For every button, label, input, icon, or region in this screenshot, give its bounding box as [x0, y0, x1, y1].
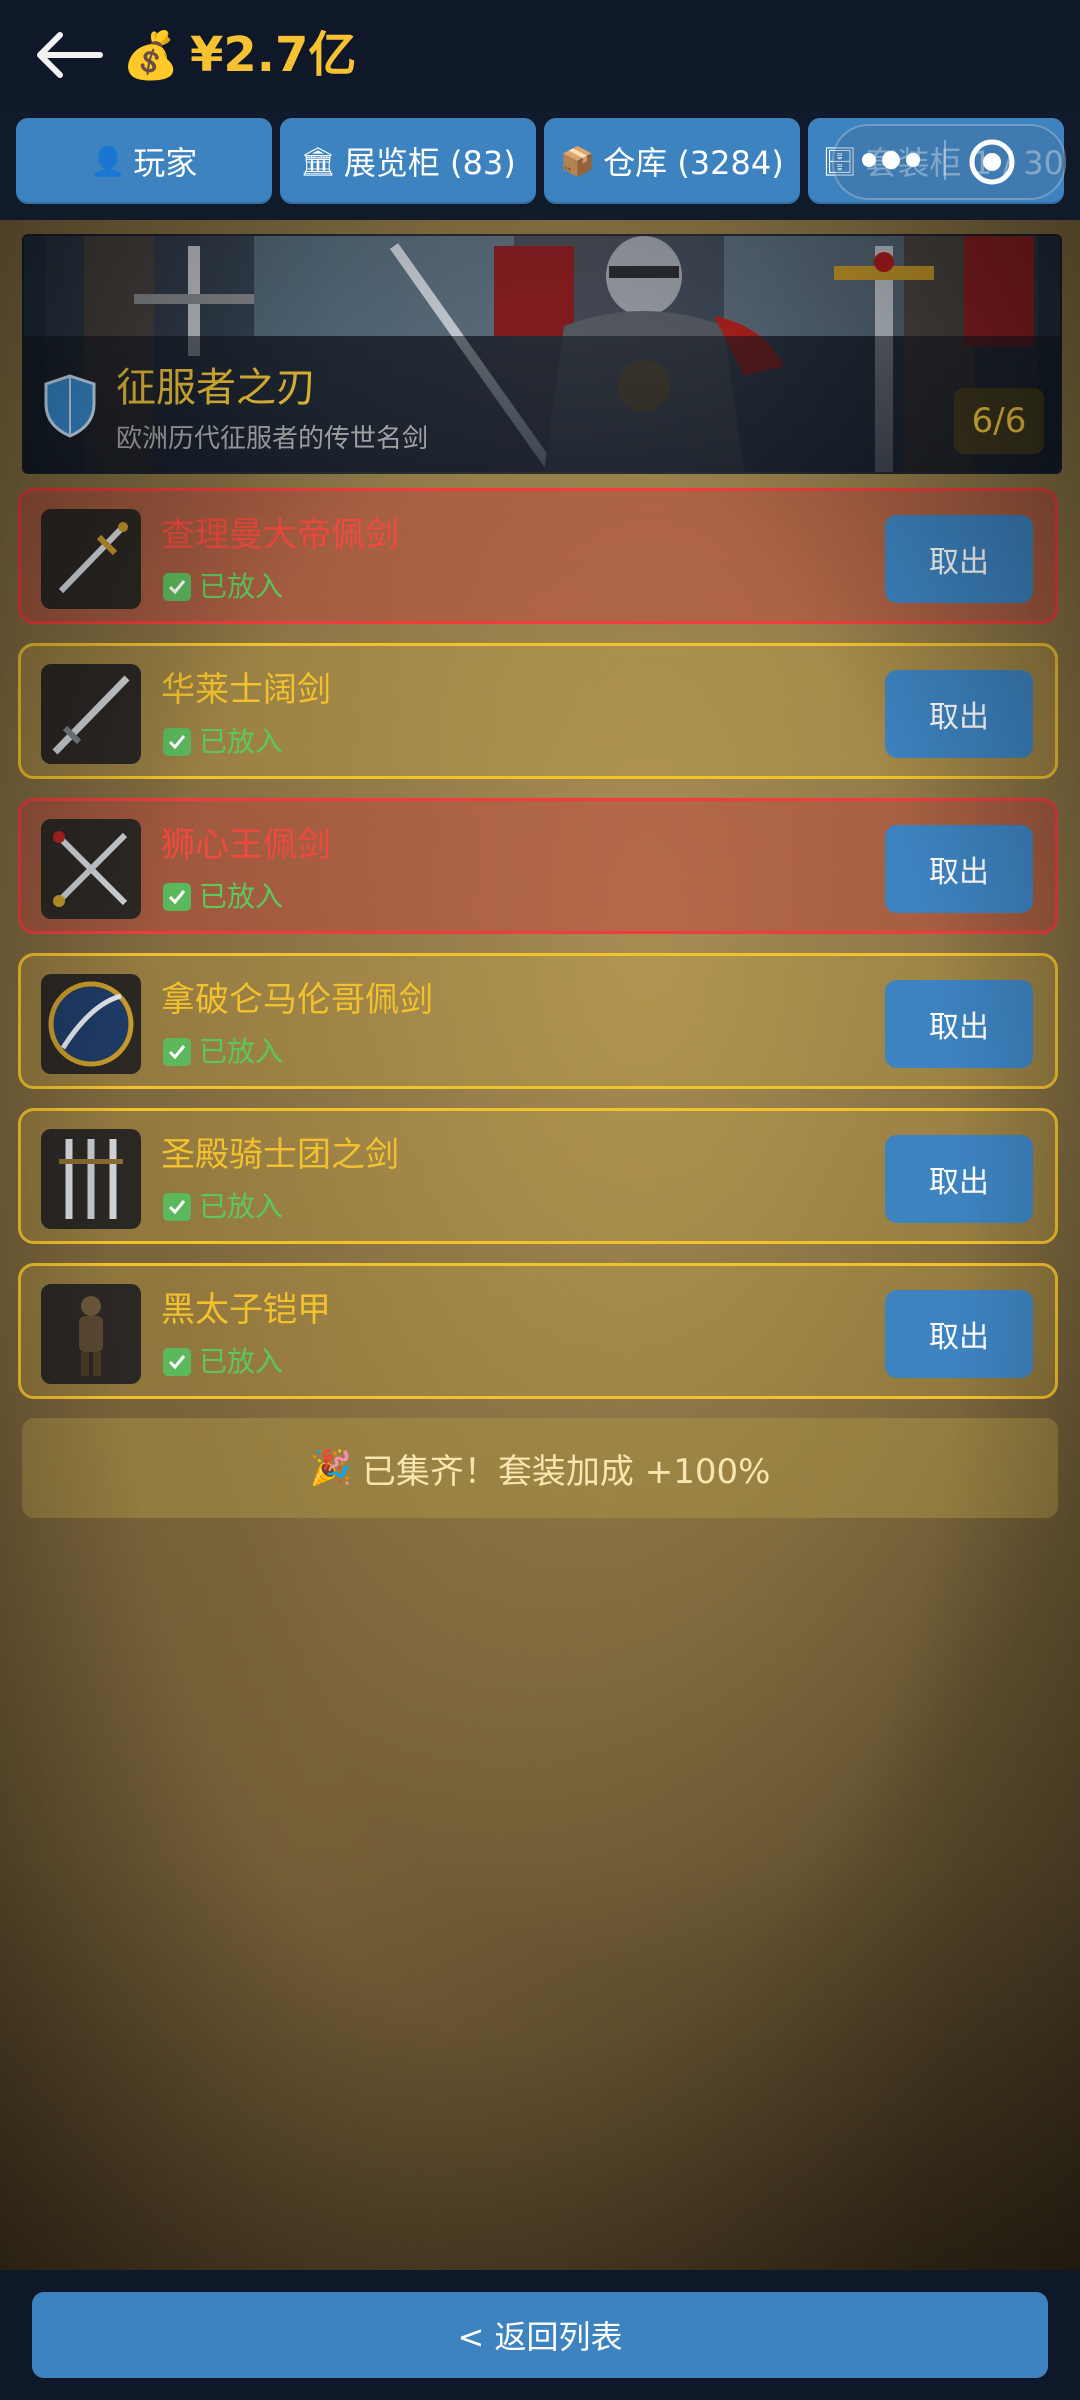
- capsule-divider: [944, 140, 946, 180]
- list-item: 查理曼大帝佩剑 已放入 取出: [18, 488, 1058, 624]
- set-complete-banner: 🎉 已集齐！套装加成 +100%: [22, 1418, 1058, 1518]
- tab-showcase[interactable]: 🏛 展览柜 (83): [280, 118, 536, 204]
- item-status: 已放入: [199, 570, 284, 603]
- tab-label: 玩家: [133, 144, 198, 182]
- take-out-button[interactable]: 取出: [885, 515, 1033, 603]
- lionheart-sword-thumbnail: [41, 819, 141, 919]
- wallace-broadsword-thumbnail: [41, 664, 141, 764]
- item-name: 华莱士阔剑: [161, 670, 331, 710]
- list-item: 华莱士阔剑 已放入 取出: [18, 643, 1058, 779]
- tab-label: 展览柜 (83): [343, 144, 516, 182]
- take-out-button[interactable]: 取出: [885, 670, 1033, 758]
- item-name: 狮心王佩剑: [161, 825, 331, 865]
- item-status: 已放入: [199, 880, 284, 913]
- item-name: 查理曼大帝佩剑: [161, 515, 399, 555]
- tab-bar: 👤 玩家 🏛 展览柜 (83) 📦 仓库 (3284) 🗄 套装柜 1 / 30: [0, 110, 1080, 220]
- item-status: 已放入: [199, 1345, 284, 1378]
- charlemagne-sword-thumbnail: [41, 509, 141, 609]
- bottom-bar: < 返回列表: [0, 2270, 1080, 2400]
- parchment-content: 征服者之刃 欧洲历代征服者的传世名剑 6/6 查理曼大帝佩剑 已放入 取出 华莱…: [0, 220, 1080, 2270]
- top-bar: 💰 ¥2.7亿: [0, 0, 1080, 110]
- item-name: 圣殿骑士团之剑: [161, 1135, 399, 1175]
- party-popper-icon: 🎉: [309, 1448, 352, 1488]
- banner-info-strip: [24, 336, 1060, 472]
- item-status: 已放入: [199, 725, 284, 758]
- person-icon: 👤: [90, 144, 126, 178]
- take-out-button[interactable]: 取出: [885, 825, 1033, 913]
- checkmark-icon: [163, 883, 191, 911]
- tab-label: 仓库 (3284): [603, 144, 784, 182]
- checkmark-icon: [163, 573, 191, 601]
- item-status: 已放入: [199, 1035, 284, 1068]
- list-item: 狮心王佩剑 已放入 取出: [18, 798, 1058, 934]
- checkmark-icon: [163, 1348, 191, 1376]
- return-to-list-button[interactable]: < 返回列表: [32, 2292, 1048, 2378]
- templar-sword-thumbnail: [41, 1129, 141, 1229]
- napoleon-sabre-thumbnail: [41, 974, 141, 1074]
- checkmark-icon: [163, 728, 191, 756]
- take-out-button[interactable]: 取出: [885, 1135, 1033, 1223]
- tab-warehouse[interactable]: 📦 仓库 (3284): [544, 118, 800, 204]
- list-item: 圣殿骑士团之剑 已放入 取出: [18, 1108, 1058, 1244]
- set-subtitle: 欧洲历代征服者的传世名剑: [116, 424, 429, 454]
- box-icon: 📦: [560, 144, 596, 178]
- set-complete-text: 已集齐！套装加成 +100%: [361, 1451, 771, 1492]
- set-banner: 征服者之刃 欧洲历代征服者的传世名剑 6/6: [22, 234, 1062, 474]
- money-amount: ¥2.7亿: [190, 27, 357, 83]
- set-title: 征服者之刃: [116, 365, 316, 411]
- take-out-button[interactable]: 取出: [885, 980, 1033, 1068]
- knight-artwork: [24, 236, 1060, 472]
- back-arrow-icon[interactable]: [28, 22, 108, 88]
- money-bag-icon: 💰: [122, 28, 180, 82]
- set-progress-badge: 6/6: [954, 388, 1044, 454]
- checkmark-icon: [163, 1038, 191, 1066]
- item-status: 已放入: [199, 1190, 284, 1223]
- list-item: 拿破仑马伦哥佩剑 已放入 取出: [18, 953, 1058, 1089]
- more-icon[interactable]: [862, 142, 922, 178]
- close-target-icon[interactable]: [966, 136, 1018, 188]
- list-item: 黑太子铠甲 已放入 取出: [18, 1263, 1058, 1399]
- tab-player[interactable]: 👤 玩家: [16, 118, 272, 204]
- take-out-button[interactable]: 取出: [885, 1290, 1033, 1378]
- museum-icon: 🏛: [300, 144, 336, 178]
- item-name: 黑太子铠甲: [161, 1290, 331, 1330]
- shield-icon: [44, 374, 96, 438]
- checkmark-icon: [163, 1193, 191, 1221]
- black-prince-armor-thumbnail: [41, 1284, 141, 1384]
- item-name: 拿破仑马伦哥佩剑: [161, 980, 433, 1020]
